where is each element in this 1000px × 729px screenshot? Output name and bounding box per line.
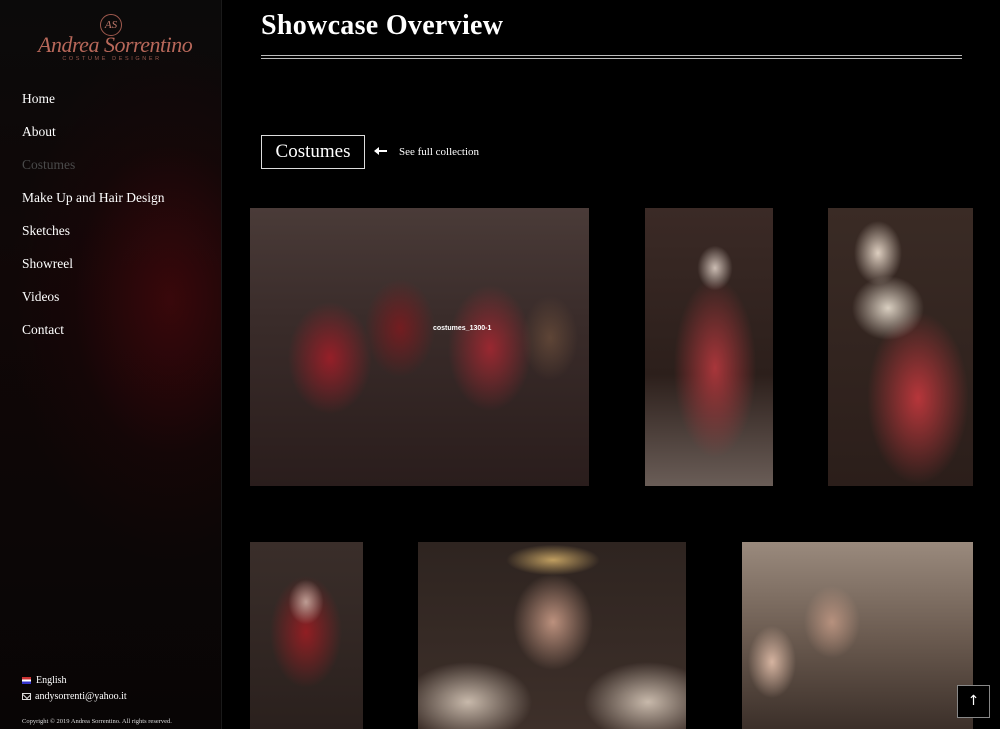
logo-subtitle: COSTUME DESIGNER [62,56,162,62]
logo-name: Andrea Sorrentino [38,32,193,57]
page-title: Showcase Overview [261,10,504,41]
costume-photo-woman-portrait[interactable] [828,208,973,486]
nav-item-about[interactable]: About [22,123,164,156]
costume-photo-seated-woman[interactable] [645,208,773,486]
costume-photo-king[interactable] [418,542,686,729]
nav-item-videos[interactable]: Videos [22,288,164,321]
nav-item-showreel[interactable]: Showreel [22,255,164,288]
arrow-left-icon [374,147,387,155]
email-link[interactable]: andysorrenti@yahoo.it [22,691,127,702]
nav-item-sketches[interactable]: Sketches [22,222,164,255]
uk-flag-icon [22,677,31,684]
envelope-icon [22,693,31,700]
costume-photo-jester[interactable] [250,542,363,729]
nav-item-costumes[interactable]: Costumes [22,156,164,189]
language-selector[interactable]: English [22,675,67,686]
back-to-top-button[interactable]: ↑ [957,685,990,718]
costume-photo-crowd[interactable] [742,542,973,729]
nav-item-makeup-hair[interactable]: Make Up and Hair Design [22,189,164,222]
site-logo[interactable]: AS Andrea Sorrentino COSTUME DESIGNER [38,14,193,66]
sidebar: AS Andrea Sorrentino COSTUME DESIGNER Ho… [0,0,222,729]
email-label: andysorrenti@yahoo.it [35,691,127,702]
nav-item-contact[interactable]: Contact [22,321,164,354]
main-nav: Home About Costumes Make Up and Hair Des… [22,90,164,354]
section-title: Costumes [261,135,365,169]
title-divider [261,55,962,59]
photo-hover-label: costumes_1300-1 [433,325,492,332]
language-label: English [36,675,67,686]
nav-item-home[interactable]: Home [22,90,164,123]
costume-photo-court-scene[interactable]: costumes_1300-1 [250,208,589,486]
see-full-collection-link[interactable]: See full collection [399,146,479,158]
up-arrow-icon: ↑ [967,693,980,709]
copyright-text: Copyright © 2019 Andrea Sorrentino. All … [22,718,172,725]
